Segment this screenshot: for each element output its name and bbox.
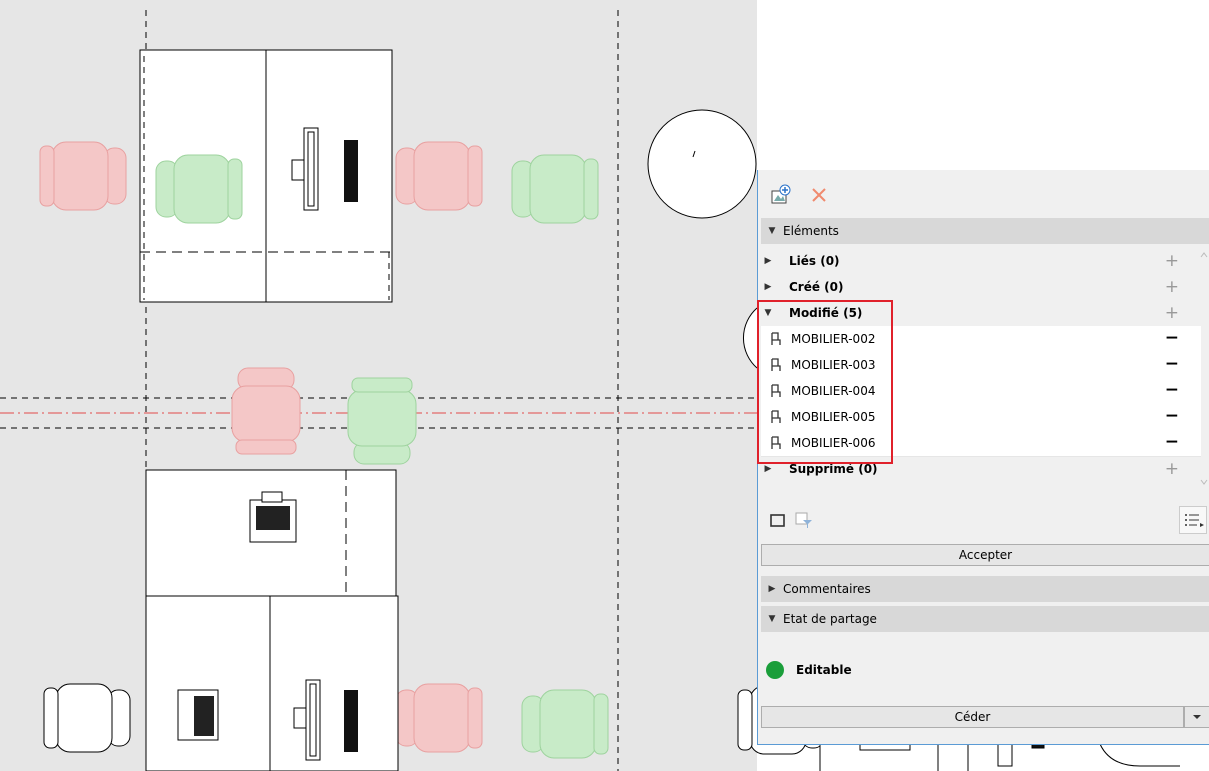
- changes-panel: ▼ Eléments ▶ Liés (0) + ▶ Créé (0) + ▼ M…: [757, 170, 1209, 745]
- section-comments-label: Commentaires: [783, 582, 871, 596]
- collapse-triangle-icon: ▼: [768, 226, 776, 236]
- add-layer-icon[interactable]: [766, 178, 796, 212]
- section-sharing-label: Etat de partage: [783, 612, 877, 626]
- close-icon[interactable]: [804, 178, 834, 212]
- status-label: Editable: [796, 663, 852, 677]
- group-created-label: Créé (0): [789, 280, 844, 294]
- status-dot-icon: [766, 661, 784, 679]
- group-deleted-label: Supprimé (0): [789, 462, 878, 476]
- add-icon[interactable]: +: [1165, 274, 1179, 300]
- expand-triangle-icon: ▶: [768, 584, 776, 594]
- remove-icon[interactable]: −: [1165, 404, 1179, 430]
- release-button[interactable]: Céder: [761, 706, 1184, 728]
- add-icon[interactable]: +: [1165, 300, 1179, 326]
- collapse-triangle-icon: ▼: [768, 614, 776, 624]
- accept-button[interactable]: Accepter: [761, 544, 1209, 566]
- list-options-icon[interactable]: [1179, 506, 1207, 534]
- filter-icon[interactable]: [794, 510, 816, 530]
- selection-highlight: [757, 300, 893, 464]
- group-linked[interactable]: ▶ Liés (0) +: [761, 248, 1201, 274]
- select-frame-icon[interactable]: [768, 510, 790, 530]
- section-elements-label: Eléments: [783, 224, 839, 238]
- group-linked-label: Liés (0): [789, 254, 840, 268]
- expand-triangle-icon: ▶: [764, 282, 772, 292]
- desk-block-bottom: [145, 469, 399, 771]
- section-comments[interactable]: ▶ Commentaires: [761, 576, 1209, 602]
- remove-icon[interactable]: −: [1165, 326, 1179, 352]
- add-icon[interactable]: +: [1165, 248, 1179, 274]
- scrollbar[interactable]: [1198, 248, 1209, 488]
- remove-icon[interactable]: −: [1165, 378, 1179, 404]
- section-sharing[interactable]: ▼ Etat de partage: [761, 606, 1209, 632]
- add-icon[interactable]: +: [1165, 456, 1179, 482]
- expand-triangle-icon: ▶: [764, 256, 772, 266]
- panel-toolbar: [758, 178, 1209, 212]
- release-dropdown-chevron-down-icon[interactable]: [1184, 706, 1209, 728]
- round-table: [647, 109, 757, 219]
- remove-icon[interactable]: −: [1165, 352, 1179, 378]
- group-created[interactable]: ▶ Créé (0) +: [761, 274, 1201, 300]
- expand-triangle-icon: ▶: [764, 464, 772, 474]
- section-elements[interactable]: ▼ Eléments: [761, 218, 1209, 244]
- remove-icon[interactable]: −: [1165, 430, 1179, 456]
